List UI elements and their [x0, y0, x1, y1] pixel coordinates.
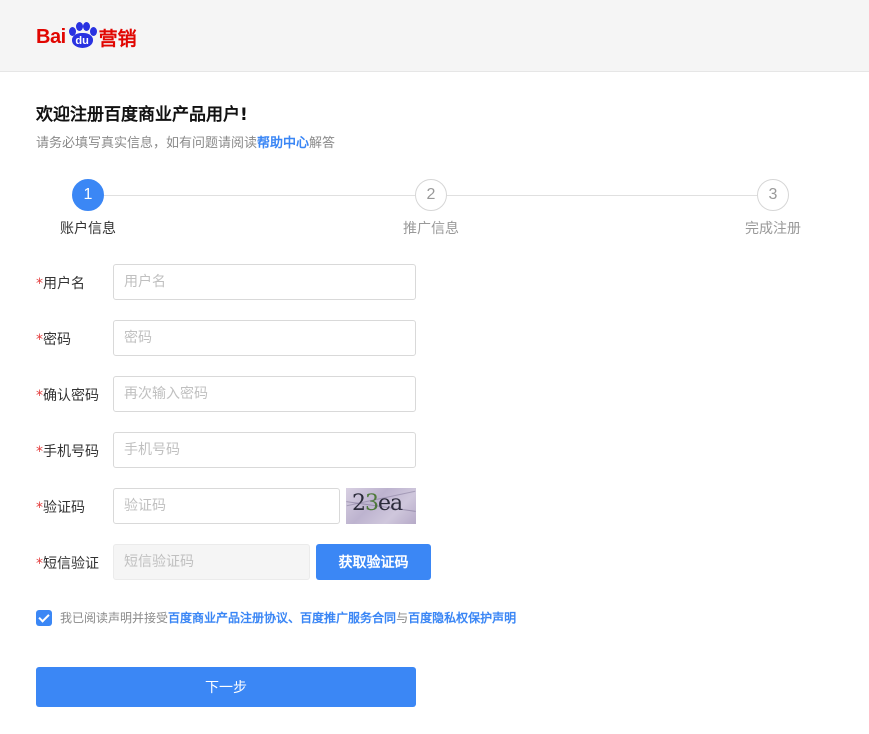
- baidu-marketing-logo[interactable]: Bai du 营销: [36, 22, 137, 52]
- confirm-password-label-text: 确认密码: [43, 388, 99, 404]
- page-title: 欢迎注册百度商业产品用户!: [36, 105, 248, 125]
- agreement-prefix: 我已阅读声明并接受: [60, 611, 169, 625]
- agreement-text: 我已阅读声明并接受百度商业产品注册协议、百度推广服务合同与百度隐私权保护声明: [60, 609, 516, 626]
- confirm-password-label: *确认密码: [36, 385, 99, 405]
- agreement-row: 我已阅读声明并接受百度商业产品注册协议、百度推广服务合同与百度隐私权保护声明: [36, 609, 516, 626]
- required-mark: *: [36, 388, 43, 404]
- top-header: Bai du 营销: [0, 0, 869, 72]
- get-sms-code-button[interactable]: 获取验证码: [316, 544, 431, 580]
- page-subtitle: 请务必填写真实信息，如有问题请阅读帮助中心解答: [36, 132, 335, 151]
- required-mark: *: [36, 332, 43, 348]
- sms-label-text: 短信验证: [43, 556, 99, 572]
- step-2-circle: 2: [415, 179, 447, 211]
- logo-text-bai: Bai: [36, 25, 66, 48]
- agreement-separator: 、: [288, 611, 301, 625]
- step-1-circle: 1: [72, 179, 104, 211]
- logo-text-du: du: [71, 33, 93, 48]
- step-1-label: 账户信息: [60, 221, 116, 237]
- agreement-and: 与: [396, 611, 409, 625]
- password-input[interactable]: [113, 320, 416, 356]
- required-mark: *: [36, 444, 43, 460]
- captcha-image[interactable]: 23ea: [346, 488, 416, 524]
- sms-code-input[interactable]: [113, 544, 310, 580]
- step-connector-1: [104, 195, 415, 196]
- paw-icon: du: [67, 22, 97, 52]
- phone-input[interactable]: [113, 432, 416, 468]
- username-label-text: 用户名: [43, 276, 85, 292]
- service-contract-link[interactable]: 百度推广服务合同: [300, 611, 396, 625]
- password-label-text: 密码: [43, 332, 71, 348]
- required-mark: *: [36, 500, 43, 516]
- help-center-link[interactable]: 帮助中心: [257, 136, 309, 151]
- confirm-password-input[interactable]: [113, 376, 416, 412]
- subtitle-suffix: 解答: [309, 136, 336, 151]
- phone-label: *手机号码: [36, 441, 99, 461]
- step-connector-2: [447, 195, 757, 196]
- captcha-input[interactable]: [113, 488, 340, 524]
- step-3-label: 完成注册: [745, 221, 801, 237]
- registration-agreement-link[interactable]: 百度商业产品注册协议: [168, 611, 288, 625]
- step-3-circle: 3: [757, 179, 789, 211]
- step-2-label: 推广信息: [403, 221, 459, 237]
- sms-label: *短信验证: [36, 553, 99, 573]
- privacy-statement-link[interactable]: 百度隐私权保护声明: [408, 611, 516, 625]
- phone-label-text: 手机号码: [43, 444, 99, 460]
- captcha-label-text: 验证码: [43, 500, 85, 516]
- username-input[interactable]: [113, 264, 416, 300]
- logo-text-marketing: 营销: [98, 27, 137, 50]
- next-step-button[interactable]: 下一步: [36, 667, 416, 707]
- username-label: *用户名: [36, 273, 85, 293]
- captcha-char-rest: ea: [378, 491, 403, 516]
- subtitle-prefix: 请务必填写真实信息，如有问题请阅读: [36, 136, 258, 151]
- agreement-checkbox[interactable]: [36, 609, 52, 626]
- password-label: *密码: [36, 329, 71, 349]
- required-mark: *: [36, 276, 43, 292]
- captcha-label: *验证码: [36, 497, 85, 517]
- required-mark: *: [36, 556, 43, 572]
